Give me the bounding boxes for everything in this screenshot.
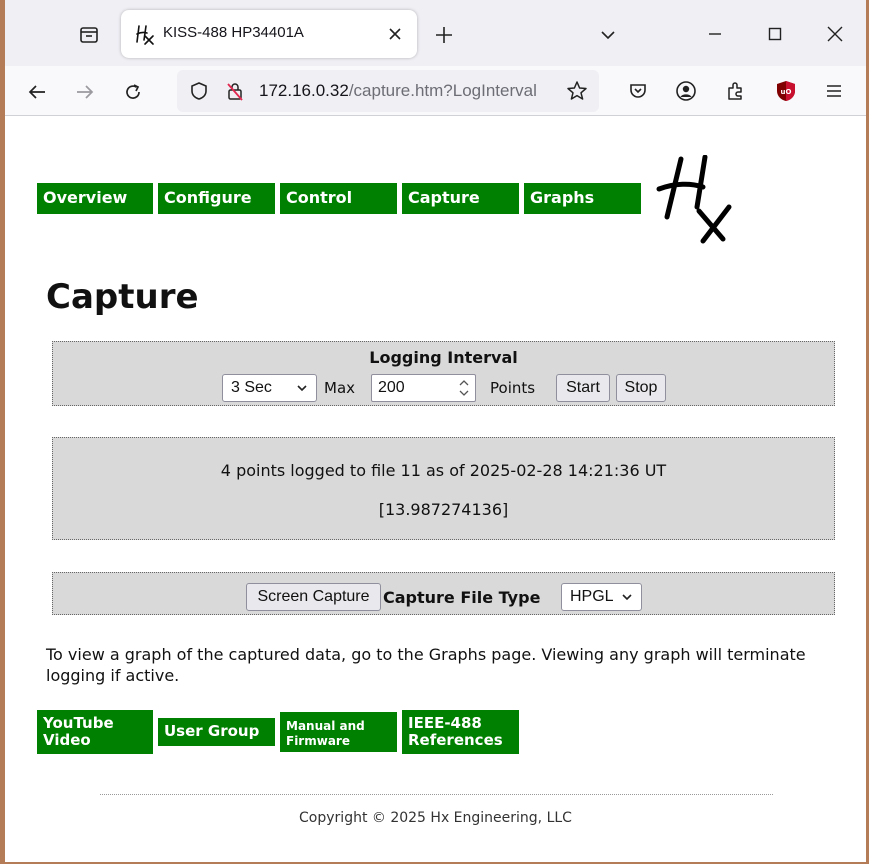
reload-icon[interactable]: [117, 76, 149, 108]
chevron-down-icon: [296, 381, 308, 399]
logging-status-text: 4 points logged to file 11 as of 2025-02…: [220, 461, 667, 480]
screen-capture-panel: Screen Capture Capture File Type HPGL: [52, 572, 835, 615]
interval-select[interactable]: 3 Sec: [222, 374, 317, 402]
star-bookmark-icon[interactable]: [565, 79, 589, 103]
insecure-lock-icon[interactable]: [223, 79, 247, 103]
active-tab[interactable]: KISS-488 HP34401A: [121, 10, 417, 58]
nav-capture[interactable]: Capture: [402, 183, 519, 214]
forward-arrow-icon[interactable]: [69, 76, 101, 108]
nav-control[interactable]: Control: [280, 183, 397, 214]
youtube-link-line2: Video: [43, 731, 91, 749]
tab-title: KISS-488 HP34401A: [163, 24, 304, 41]
copyright-text: Copyright © 2025 Hx Engineering, LLC: [299, 810, 572, 826]
screen-capture-button[interactable]: Screen Capture: [246, 583, 381, 611]
chevron-down-icon[interactable]: [593, 20, 623, 50]
max-label: Max: [324, 379, 356, 397]
user-group-link[interactable]: User Group: [158, 718, 275, 746]
maximize-icon[interactable]: [755, 18, 795, 50]
ieee-488-references-link[interactable]: IEEE-488 References: [402, 710, 519, 754]
shield-icon[interactable]: [187, 79, 211, 103]
youtube-video-link[interactable]: YouTube Video: [37, 710, 153, 754]
hx-favicon-icon: [133, 22, 157, 46]
hamburger-menu-icon[interactable]: [819, 76, 849, 106]
svg-text:uO: uO: [781, 88, 792, 96]
extensions-icon[interactable]: [721, 76, 751, 106]
manual-link-line1: Manual and: [286, 719, 365, 733]
graph-info-text: To view a graph of the captured data, go…: [46, 645, 806, 685]
ieee-link-line2: References: [408, 731, 503, 749]
url-bar[interactable]: 172.16.0.32/capture.htm?LogInterval: [177, 70, 599, 112]
start-button[interactable]: Start: [556, 374, 610, 402]
nav-graphs[interactable]: Graphs: [524, 183, 641, 214]
nav-configure[interactable]: Configure: [158, 183, 275, 214]
url-path: /capture.htm?LogInterval: [348, 81, 537, 100]
close-tab-icon[interactable]: [383, 22, 407, 46]
back-arrow-icon[interactable]: [21, 76, 53, 108]
max-points-value: 200: [378, 379, 405, 396]
ublock-origin-icon[interactable]: uO: [771, 76, 801, 106]
manual-link-line2: Firmware: [286, 734, 350, 748]
logging-interval-panel: Logging Interval 3 Sec Max 200 Points St…: [52, 341, 835, 406]
capture-file-type-label: Capture File Type: [383, 588, 541, 607]
spinner-arrows-icon[interactable]: [457, 377, 471, 399]
youtube-link-line1: YouTube: [43, 714, 114, 732]
hx-logo: [653, 154, 733, 245]
page-title: Capture: [46, 277, 199, 317]
nav-overview[interactable]: Overview: [37, 183, 153, 214]
interval-select-value: 3 Sec: [231, 379, 272, 396]
navigation-toolbar: 172.16.0.32/capture.htm?LogInterval uO: [5, 66, 866, 116]
manual-firmware-link[interactable]: Manual and Firmware: [280, 712, 397, 752]
footer-divider: [100, 794, 773, 795]
chevron-down-icon: [621, 590, 633, 608]
url-host: 172.16.0.32: [259, 81, 349, 100]
capture-file-type-select[interactable]: HPGL: [561, 583, 642, 611]
minimize-icon[interactable]: [695, 18, 735, 50]
last-reading-text: [13.987274136]: [378, 500, 509, 519]
capture-file-type-value: HPGL: [570, 588, 614, 605]
logging-interval-heading: Logging Interval: [369, 348, 518, 367]
points-label: Points: [490, 379, 536, 397]
close-window-icon[interactable]: [815, 18, 855, 50]
pocket-icon[interactable]: [623, 76, 653, 106]
max-points-input[interactable]: 200: [371, 374, 476, 402]
tab-list-icon[interactable]: [71, 20, 107, 50]
page-content: Overview Configure Control Capture Graph…: [5, 117, 866, 852]
account-icon[interactable]: [671, 76, 701, 106]
status-panel: 4 points logged to file 11 as of 2025-02…: [52, 437, 835, 540]
stop-button[interactable]: Stop: [616, 374, 666, 402]
new-tab-icon[interactable]: [429, 20, 459, 50]
url-text[interactable]: 172.16.0.32/capture.htm?LogInterval: [259, 81, 553, 101]
ieee-link-line1: IEEE-488: [408, 714, 482, 732]
tab-bar: KISS-488 HP34401A: [5, 0, 866, 66]
